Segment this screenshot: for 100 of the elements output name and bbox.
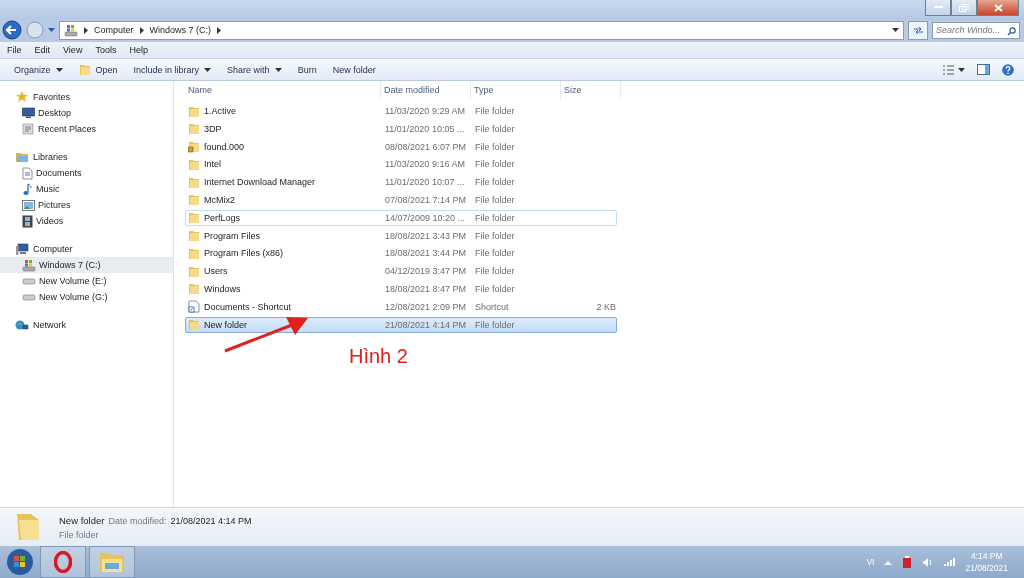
drive-icon <box>22 293 36 301</box>
folder-icon <box>188 282 200 296</box>
menu-item[interactable]: File <box>7 45 22 55</box>
type-cell-text: File folder <box>474 319 516 330</box>
type-cell-text: File folder <box>474 248 516 259</box>
file-name: 3DP <box>204 123 222 134</box>
close-button[interactable] <box>977 0 1019 16</box>
sidebar-item[interactable]: Pictures <box>0 197 173 213</box>
sidebar-item[interactable]: Windows 7 (C:) <box>0 257 173 273</box>
speaker-icon[interactable] <box>922 556 934 568</box>
menu-item[interactable]: Edit <box>34 45 51 55</box>
date-cell-text: 14/07/2009 10:20 ... <box>384 212 467 223</box>
folder-icon <box>188 122 200 136</box>
file-row[interactable]: Documents - Shortcut 12/08/2021 2:09 PM Shortcut 2 KB <box>185 298 617 315</box>
file-name: PerfLogs <box>204 212 241 223</box>
file-name: Users <box>204 266 228 277</box>
type-cell-text: File folder <box>474 283 516 294</box>
film-icon <box>22 214 33 228</box>
minimize-button[interactable] <box>925 0 951 16</box>
file-row[interactable]: 1.Active 11/03/2020 9:29 AM File folder <box>185 103 617 119</box>
sidebar-item[interactable]: Recent Places <box>0 121 173 137</box>
menu-item[interactable]: Tools <box>95 45 117 55</box>
shortcut-icon <box>188 300 200 314</box>
menu-item[interactable]: View <box>63 45 83 55</box>
preview-pane-button[interactable] <box>977 64 990 75</box>
restore-button[interactable] <box>951 0 977 16</box>
breadcrumb[interactable]: Windows 7 (C:) <box>149 25 212 35</box>
help-icon[interactable] <box>1002 63 1014 76</box>
battery-icon[interactable] <box>902 555 913 569</box>
file-row[interactable]: found.000 08/08/2021 6:07 PM File folder <box>185 138 617 155</box>
file-row[interactable]: McMix2 07/08/2021 7:14 PM File folder <box>185 192 617 208</box>
column-header[interactable]: Date modified <box>381 81 471 99</box>
toolbar-button[interactable]: Burn <box>289 60 325 79</box>
column-header[interactable]: Name <box>185 81 381 99</box>
taskbar-app-button[interactable] <box>89 546 135 578</box>
search-field[interactable]: Search Windo... <box>932 21 1020 39</box>
folder-icon <box>188 175 200 189</box>
sidebar-group[interactable]: Favorites <box>0 89 173 105</box>
date-cell-text: 11/03/2020 9:29 AM <box>384 106 466 116</box>
windows-orb-icon <box>6 548 34 576</box>
folder-icon <box>188 157 200 171</box>
sidebar-item[interactable]: Desktop <box>0 105 173 121</box>
type-cell-text: File folder <box>474 106 516 116</box>
file-row[interactable]: 3DP 11/01/2020 10:05 ... File folder <box>185 120 617 137</box>
recent-pages-caret-icon[interactable] <box>48 28 55 32</box>
file-name: Documents - Shortcut <box>204 301 292 312</box>
forward-button[interactable] <box>26 21 44 39</box>
sidebar-group[interactable]: Network <box>0 317 173 333</box>
sidebar-item[interactable]: Documents <box>0 165 173 181</box>
file-name: Intel <box>204 159 221 170</box>
breadcrumb[interactable]: Computer <box>94 25 134 35</box>
toolbar-dropdown-button[interactable]: Share with <box>219 60 290 79</box>
minimize-icon <box>933 6 943 9</box>
toolbar-dropdown-button[interactable]: Organize <box>6 60 71 79</box>
address-bar[interactable]: Computer Windows 7 (C:) <box>59 20 904 40</box>
column-header[interactable]: Size <box>561 81 621 99</box>
picture-frame-icon <box>22 199 35 211</box>
drive-icon <box>64 23 78 37</box>
sidebar-group[interactable]: Computer <box>0 241 173 257</box>
type-cell-text: File folder <box>474 212 516 223</box>
file-row[interactable]: Program Files 18/08/2021 3:43 PM File folder <box>185 227 617 244</box>
folder-icon <box>188 246 200 260</box>
file-row[interactable]: Users 04/12/2019 3:47 PM File folder <box>185 263 617 280</box>
sidebar-item[interactable]: Videos <box>0 213 173 229</box>
file-name: Windows <box>204 283 241 294</box>
column-header[interactable]: Type <box>471 81 561 99</box>
menu-item[interactable]: Help <box>129 45 148 55</box>
back-button[interactable] <box>2 20 22 40</box>
file-row[interactable]: Windows 18/08/2021 8:47 PM File folder <box>185 280 617 297</box>
drive-icon <box>22 277 36 285</box>
toolbar-button[interactable]: New folder <box>324 60 384 79</box>
date-cell-text: 11/01/2020 10:05 ... <box>384 123 466 134</box>
ring-icon <box>54 551 72 573</box>
folder-icon <box>188 104 200 118</box>
file-row[interactable]: PerfLogs 14/07/2009 10:20 ... File folder <box>185 209 617 226</box>
refresh-button[interactable] <box>908 20 928 40</box>
close-icon <box>993 3 1003 12</box>
chevron-icon <box>217 26 222 34</box>
file-row[interactable]: Program Files (x86) 18/08/2021 3:44 PM File folder <box>185 245 617 262</box>
size-cell-text: 2 KB <box>595 301 617 312</box>
file-row[interactable]: New folder 21/08/2021 4:14 PM File folder <box>185 316 617 333</box>
toolbar-button[interactable]: Open <box>70 60 126 79</box>
sidebar-item[interactable]: Music <box>0 181 173 197</box>
file-row[interactable]: Internet Download Manager 11/01/2020 10:07 ... File folder <box>185 174 617 191</box>
type-cell-text: File folder <box>474 141 516 152</box>
sidebar-item[interactable]: New Volume (E:) <box>0 273 173 289</box>
toolbar-dropdown-button[interactable]: Include in library <box>125 60 220 79</box>
restore-icon <box>959 3 969 12</box>
show-hidden-icons-icon[interactable] <box>884 559 893 565</box>
sidebar-item[interactable]: New Volume (G:) <box>0 289 173 305</box>
type-cell-text: File folder <box>474 123 516 134</box>
sidebar-group[interactable]: Libraries <box>0 149 173 165</box>
file-name: New folder <box>204 319 248 330</box>
chevron-icon <box>84 26 88 34</box>
taskbar-app-button[interactable] <box>40 546 86 578</box>
view-options-button[interactable] <box>943 64 965 75</box>
file-name: 1.Active <box>204 106 236 116</box>
file-row[interactable]: Intel 11/03/2020 9:16 AM File folder <box>185 156 617 173</box>
file-name: Program Files (x86) <box>204 248 284 259</box>
signal-icon[interactable] <box>943 557 956 567</box>
